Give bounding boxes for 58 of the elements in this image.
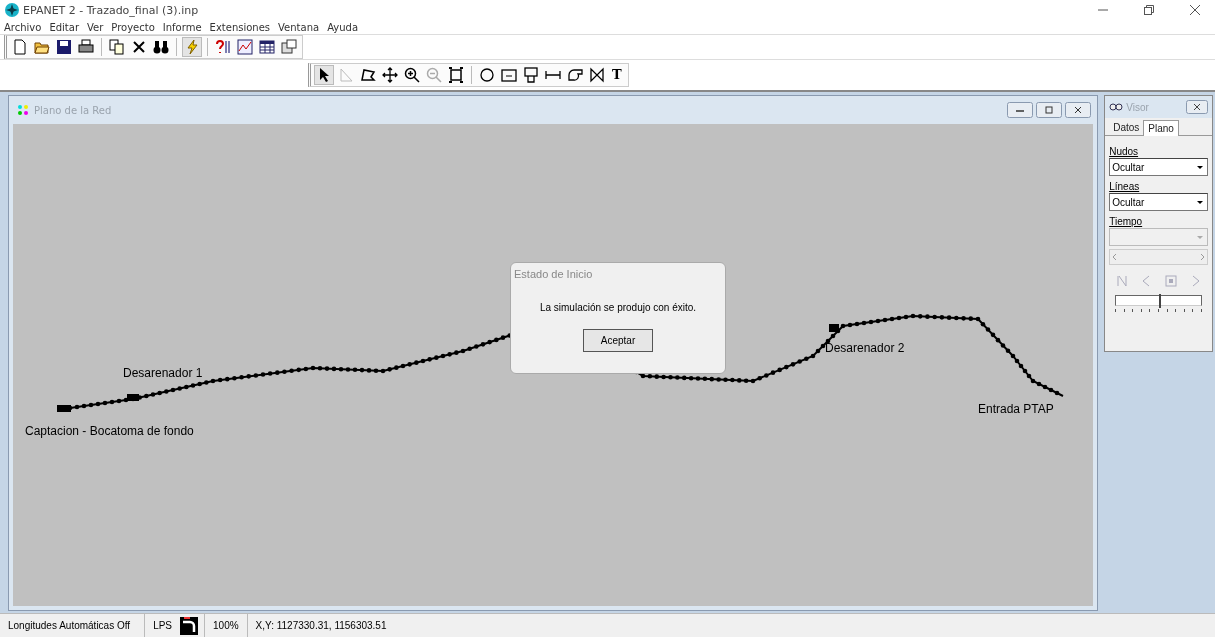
- menu-item[interactable]: Ver: [87, 21, 104, 33]
- options-icon[interactable]: [280, 38, 298, 56]
- dialog-title: Estado de Inicio: [513, 267, 593, 280]
- save-icon[interactable]: [55, 38, 73, 56]
- valve-icon[interactable]: [588, 66, 606, 84]
- full-extent-icon[interactable]: [447, 66, 465, 84]
- dialog-message: La simulación se produjo con éxito.: [539, 302, 697, 313]
- minimize-icon[interactable]: [1007, 102, 1034, 118]
- text-tool-button[interactable]: T: [610, 67, 624, 83]
- binoculars-icon[interactable]: [152, 38, 170, 56]
- close-icon[interactable]: [1186, 100, 1208, 114]
- table-icon[interactable]: [258, 38, 276, 56]
- junction-icon[interactable]: [478, 66, 496, 84]
- node-label: Captacion - Bocatoma de fondo: [25, 424, 194, 438]
- new-file-icon[interactable]: [11, 38, 29, 56]
- menu-item[interactable]: Proyecto: [111, 21, 155, 33]
- node-label: Entrada PTAP: [978, 402, 1054, 416]
- menu-item[interactable]: Extensiones: [209, 21, 271, 33]
- panel-tab[interactable]: Plano: [1143, 120, 1179, 136]
- tank-icon[interactable]: [522, 66, 540, 84]
- query-icon[interactable]: [214, 38, 232, 56]
- app-logo-icon: [4, 2, 20, 18]
- panel-title: Visor: [1126, 101, 1149, 113]
- zoom-in-icon[interactable]: [403, 66, 421, 84]
- restore-icon[interactable]: [1143, 4, 1155, 16]
- menu-item[interactable]: Ayuda: [327, 21, 359, 33]
- pump-icon[interactable]: [566, 66, 584, 84]
- status-text: 100%: [204, 614, 248, 637]
- copy-icon[interactable]: [108, 38, 126, 56]
- polygon-icon[interactable]: [359, 66, 377, 84]
- menu-item[interactable]: Ventana: [278, 21, 320, 33]
- field-label: Líneas: [1109, 181, 1141, 192]
- status-text: LPS: [152, 619, 174, 633]
- node-label: Desarenador 1: [123, 366, 203, 380]
- panel-tab[interactable]: Datos: [1109, 120, 1144, 135]
- graph-icon[interactable]: [236, 38, 254, 56]
- close-icon[interactable]: [1065, 102, 1092, 118]
- status-text: Longitudes Automáticas Off: [0, 614, 146, 637]
- menu-item[interactable]: Informe: [162, 21, 202, 33]
- node-label: Desarenador 2: [825, 341, 905, 355]
- map-window-title: Plano de la Red: [34, 104, 112, 116]
- accept-button[interactable]: Aceptar: [583, 329, 653, 352]
- links-dropdown[interactable]: Ocultar: [1109, 193, 1208, 211]
- close-icon[interactable]: [1189, 4, 1201, 16]
- print-icon[interactable]: [77, 38, 95, 56]
- nodes-dropdown[interactable]: Ocultar: [1109, 158, 1208, 176]
- map-window-icon: [17, 104, 29, 116]
- speed-slider[interactable]: [1115, 295, 1202, 306]
- lightning-icon[interactable]: [183, 38, 201, 56]
- glasses-icon: [1109, 102, 1124, 112]
- field-label: Tiempo: [1109, 216, 1144, 227]
- menu-item[interactable]: Archivo: [4, 21, 42, 33]
- window-title: EPANET 2 - Trazado_final (3).inp: [23, 3, 199, 17]
- reservoir-icon[interactable]: [500, 66, 518, 84]
- menu-item[interactable]: Editar: [49, 21, 79, 33]
- field-label: Nudos: [1109, 146, 1140, 157]
- status-text: X,Y: 1127330.31, 1156303.51: [254, 619, 388, 633]
- pan-icon[interactable]: [381, 66, 399, 84]
